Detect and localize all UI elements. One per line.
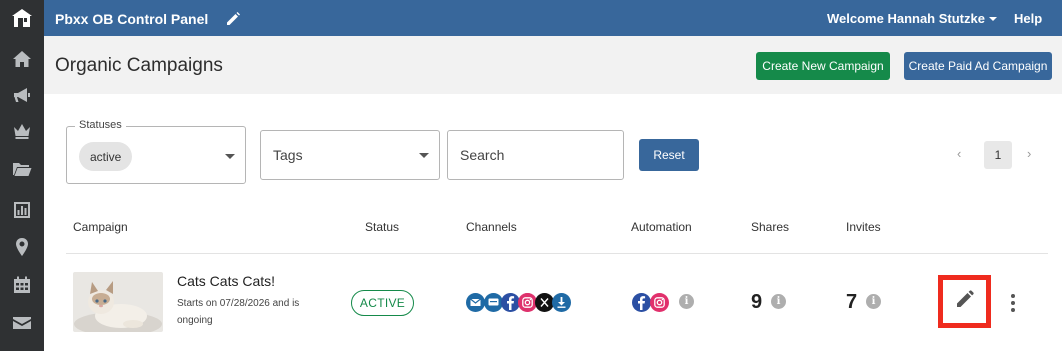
page-title: Organic Campaigns [55,55,223,76]
column-header-shares[interactable]: Shares [751,220,789,234]
pencil-icon [955,289,975,314]
shares-info-icon[interactable]: i [771,294,786,309]
folder-icon[interactable] [0,151,44,187]
shares-count: 9 [751,291,763,313]
mail-icon[interactable] [0,305,44,341]
instagram-automation-icon [650,293,669,312]
reset-button[interactable]: Reset [639,139,699,171]
invites-count: 7 [846,291,858,313]
campaign-name[interactable]: Cats Cats Cats! [177,273,275,289]
page-header: Organic Campaigns Create New Campaign Cr… [44,36,1062,94]
table-divider [66,253,1048,254]
megaphone-icon[interactable] [0,77,44,113]
tags-select[interactable]: Tags [260,130,440,180]
column-header-status[interactable]: Status [365,220,399,234]
home-icon[interactable] [0,41,44,77]
column-header-automation[interactable]: Automation [631,220,692,234]
column-header-campaign[interactable]: Campaign [73,220,128,234]
statuses-label: Statuses [75,119,126,131]
chevron-down-icon [225,154,235,159]
help-link[interactable]: Help [1014,11,1042,26]
user-menu[interactable]: Welcome Hannah Stutzke [827,11,997,26]
pagination-page[interactable]: 1 [984,141,1012,169]
chevron-down-icon [988,16,997,21]
email-channel-icon [466,293,485,312]
column-header-channels[interactable]: Channels [466,220,517,234]
logo-house-icon[interactable] [0,0,44,36]
top-bar: Pbxx OB Control Panel Welcome Hannah Stu… [44,0,1062,36]
column-header-invites[interactable]: Invites [846,220,881,234]
bar-chart-icon[interactable] [0,192,44,228]
pagination-next[interactable]: › [1027,146,1031,161]
search-input[interactable] [447,130,624,180]
app-title: Pbxx OB Control Panel [55,11,209,27]
pagination-prev[interactable]: ‹ [957,146,961,161]
create-paid-ad-campaign-button[interactable]: Create Paid Ad Campaign [904,52,1052,80]
status-badge: ACTIVE [351,290,414,316]
statuses-select[interactable]: Statuses active [66,119,246,184]
crown-icon[interactable] [0,113,44,149]
edit-campaign-button[interactable] [938,275,991,328]
create-new-campaign-button[interactable]: Create New Campaign [756,52,890,80]
download-channel-icon [552,293,571,312]
status-chip-active[interactable]: active [79,142,133,171]
sidebar-rail [0,0,44,351]
edit-title-pencil-icon[interactable] [225,11,241,27]
more-options-icon[interactable] [1010,294,1016,312]
tags-placeholder: Tags [273,147,303,163]
campaign-schedule: Starts on 07/28/2026 and is ongoing [177,298,300,326]
chevron-down-icon [419,153,429,158]
welcome-text: Welcome Hannah Stutzke [827,11,985,26]
calendar-icon[interactable] [0,267,44,303]
invites-info-icon[interactable]: i [866,294,881,309]
automation-info-icon[interactable]: i [679,294,694,309]
location-pin-icon[interactable] [0,229,44,265]
campaign-thumbnail[interactable] [73,272,163,332]
facebook-automation-icon [632,293,651,312]
